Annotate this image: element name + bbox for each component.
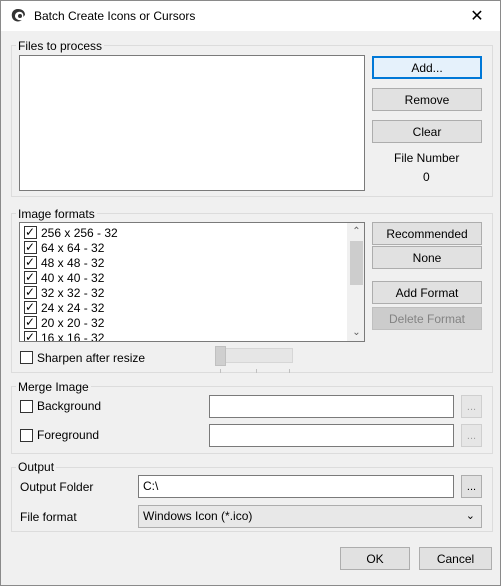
format-label: 16 x 16 - 32 [41,330,105,342]
background-path-field[interactable] [209,395,454,418]
file-format-select[interactable]: Windows Icon (*.ico) ⌄ [138,505,482,528]
scroll-down-icon[interactable]: ⌄ [348,324,364,341]
format-label: 24 x 24 - 32 [41,300,105,315]
format-label: 48 x 48 - 32 [41,255,105,270]
format-item[interactable]: 32 x 32 - 32 [24,284,105,300]
files-group-label: Files to process [16,39,105,53]
scroll-up-icon[interactable]: ⌃ [348,223,364,240]
format-label: 32 x 32 - 32 [41,285,105,300]
close-icon[interactable]: ✕ [454,1,500,31]
files-list[interactable] [19,55,365,191]
format-item[interactable]: 48 x 48 - 32 [24,254,105,270]
file-format-label: File format [20,510,77,524]
recommended-button[interactable]: Recommended [372,222,482,245]
foreground-label: Foreground [37,428,100,442]
output-folder-field[interactable]: C:\ [138,475,454,498]
app-logo-icon [11,9,25,22]
format-checkbox[interactable] [24,224,37,240]
output-group-label: Output [16,460,57,474]
format-label: 20 x 20 - 32 [41,315,105,330]
format-checkbox[interactable] [24,239,37,255]
format-checkbox[interactable] [24,329,37,341]
chevron-down-icon: ⌄ [465,510,475,522]
format-item[interactable]: 24 x 24 - 32 [24,299,105,315]
foreground-browse-button[interactable]: ... [461,424,482,447]
sharpen-label: Sharpen after resize [37,351,146,365]
window-title: Batch Create Icons or Cursors [34,9,196,23]
sharpen-slider-thumb[interactable] [215,346,226,366]
format-item[interactable]: 16 x 16 - 32 [24,329,105,342]
clear-button[interactable]: Clear [372,120,482,143]
format-checkbox[interactable] [24,284,37,300]
file-format-value: Windows Icon (*.ico) [143,509,253,523]
sharpen-checkbox[interactable] [20,351,33,364]
format-checkbox[interactable] [24,254,37,270]
file-number-value: 0 [423,170,430,184]
format-item[interactable]: 256 x 256 - 32 [24,224,118,240]
batch-dialog: Batch Create Icons or Cursors ✕ Files to… [0,0,501,586]
cancel-button[interactable]: Cancel [419,547,492,570]
formats-scrollbar[interactable]: ⌃ ⌄ [347,223,364,341]
format-checkbox[interactable] [24,314,37,330]
slider-tick [256,369,257,373]
format-label: 64 x 64 - 32 [41,240,105,255]
file-number-label: File Number [394,151,460,165]
output-browse-button[interactable]: ... [461,475,482,498]
scroll-thumb[interactable] [350,241,363,285]
background-browse-button[interactable]: ... [461,395,482,418]
none-button[interactable]: None [372,246,482,269]
image-formats-list[interactable]: ⌃ ⌄ 256 x 256 - 3264 x 64 - 3248 x 48 - … [19,222,365,342]
format-item[interactable]: 20 x 20 - 32 [24,314,105,330]
sharpen-slider-track [217,348,293,363]
add-button[interactable]: Add... [372,56,482,79]
format-label: 40 x 40 - 32 [41,270,105,285]
format-item[interactable]: 64 x 64 - 32 [24,239,105,255]
output-folder-label: Output Folder [20,480,94,494]
merge-group-label: Merge Image [16,380,91,394]
slider-tick [220,369,221,373]
format-checkbox[interactable] [24,269,37,285]
format-checkbox[interactable] [24,299,37,315]
format-label: 256 x 256 - 32 [41,225,118,240]
title-bar: Batch Create Icons or Cursors ✕ [1,1,500,31]
add-format-button[interactable]: Add Format [372,281,482,304]
remove-button[interactable]: Remove [372,88,482,111]
background-label: Background [37,399,102,413]
delete-format-button[interactable]: Delete Format [372,307,482,330]
background-checkbox[interactable] [20,400,33,413]
foreground-path-field[interactable] [209,424,454,447]
slider-tick [289,369,290,373]
formats-group-label: Image formats [16,207,97,221]
foreground-checkbox[interactable] [20,429,33,442]
format-item[interactable]: 40 x 40 - 32 [24,269,105,285]
ok-button[interactable]: OK [340,547,410,570]
